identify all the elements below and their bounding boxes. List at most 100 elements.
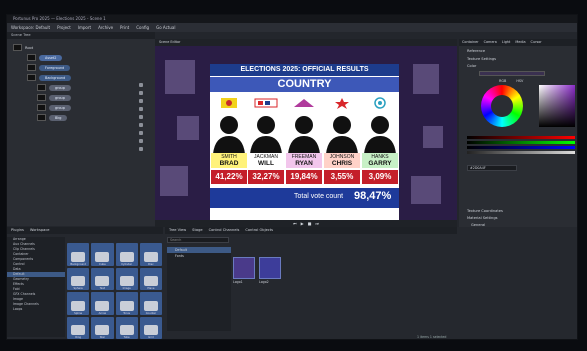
candidate-silhouette [324,112,360,154]
forward-icon[interactable]: ⏭ [315,221,319,226]
silhouette-icon [364,116,396,154]
tab-cursor[interactable]: Cursor [531,39,542,46]
play-icon[interactable]: ▶ [301,221,304,226]
folder-item[interactable]: Fonts [167,253,231,259]
scene-viewport[interactable]: ELECTIONS 2025: OFFICIAL RESULTS COUNTRY… [155,46,457,220]
candidate-silhouette [286,112,322,154]
link-icon[interactable] [139,99,143,103]
menu-archive[interactable]: Archive [98,23,113,32]
asset-tile[interactable]: Text [91,267,114,290]
asset-thumb-icon [143,325,158,335]
tree-item[interactable]: group [13,83,155,92]
tab-container[interactable]: Container [462,39,479,46]
tree-item[interactable]: Background [13,73,155,82]
asset-tile[interactable]: Image [115,267,138,290]
tab-light[interactable]: Light [502,39,510,46]
menu-print[interactable]: Print [120,23,129,32]
asset-thumb-icon [95,276,110,286]
tab-camera[interactable]: Camera [484,39,497,46]
total-vote-bar: Total vote count 98,47% [210,188,399,208]
menu-config[interactable]: Config [136,23,149,32]
file-thumbnail[interactable] [233,257,255,279]
color-sliders[interactable] [467,134,575,160]
tab-tree-view[interactable]: Tree View [169,227,186,234]
rewind-icon[interactable]: ⏮ [293,221,297,226]
tree-item[interactable]: Root [13,43,155,52]
light-icon[interactable] [139,115,143,119]
search-input[interactable]: Search [167,237,229,243]
tab-control-channels[interactable]: Control Channels [209,227,240,234]
tab-rgb[interactable]: RGB [499,79,506,83]
candidate-card: SMITH BRAD 41,22% [211,94,247,202]
tab-workspace[interactable]: Workspace [30,227,50,234]
section-texture: Texture Settings [467,57,497,61]
menu-go-actual[interactable]: Go Actual [156,23,175,32]
asset-tile[interactable]: Disc [139,243,162,266]
asset-thumb-icon [143,251,158,262]
tab-plugins[interactable]: Plugins [11,227,24,234]
asset-thumb-icon [119,276,134,286]
asset-grid: Background Cube Cylinder Disc Sphere Tex… [67,243,162,339]
slider-blue[interactable] [467,146,575,149]
color-wheel[interactable] [481,85,523,127]
asset-tile[interactable]: Arrow [91,292,114,315]
menu-project[interactable]: Project [57,23,71,32]
lock-icon[interactable] [139,91,143,95]
candidate-silhouette [362,112,398,154]
folder-icon[interactable] [139,123,143,127]
text-icon[interactable] [139,131,143,135]
tree-item[interactable]: group [13,103,155,112]
tab-hsv[interactable]: HSV [516,79,523,83]
asset-tile[interactable]: Star [91,316,114,339]
asset-tile[interactable]: Cylinder [115,243,138,266]
asset-tile[interactable]: Spline [67,292,90,315]
asset-tile[interactable]: Cube [91,243,114,266]
slider-alpha[interactable] [467,151,575,154]
stop-icon[interactable]: ■ [308,221,312,226]
tree-item-label: Bkg [49,114,68,121]
tab-control-objects[interactable]: Control Objects [245,227,273,234]
camera-icon[interactable] [139,107,143,111]
election-graphic: ELECTIONS 2025: OFFICIAL RESULTS COUNTRY… [210,64,399,220]
asset-tile[interactable]: Plane [139,267,162,290]
bokeh-square [160,166,188,196]
color-swatch[interactable] [479,71,545,76]
asset-tile[interactable]: Sphere [67,267,90,290]
playback-bar: ⏮ ▶ ■ ⏭ [155,220,457,227]
slider-red[interactable] [467,136,575,139]
category-item[interactable]: Loops [7,307,65,312]
candidate-pct: 19,84% [286,170,322,184]
tab-media[interactable]: Media [515,39,525,46]
asset-label: Tube [123,336,130,339]
slider-green[interactable] [467,141,575,144]
node-thumbnail [37,114,46,121]
asset-tile[interactable]: Tube [115,316,138,339]
tree-item[interactable]: group [13,93,155,102]
hex-field[interactable]: #2D0A4F [467,165,517,171]
bokeh-square [413,64,439,94]
tree-item[interactable]: Foreground [13,63,155,72]
asset-tile[interactable]: Torus [115,292,138,315]
tree-item[interactable]: Bkg [13,113,155,122]
eye-icon[interactable] [139,83,143,87]
bokeh-square [165,60,195,94]
properties-tabs: Container Camera Light Media Cursor [459,39,577,46]
asset-tile[interactable]: Ring [67,316,90,339]
asset-tile[interactable]: Grid [139,316,162,339]
asset-tile[interactable]: Counter [139,292,162,315]
color-mode-tabs: RGB HSV [499,79,523,83]
candidate-card: JOHNSON CHRIS 3,55% [324,94,360,202]
menu-import[interactable]: Import [78,23,91,32]
asset-tile[interactable]: Background [67,243,90,266]
file-thumbnail[interactable] [259,257,281,279]
tab-stage[interactable]: Stage [192,227,202,234]
bokeh-square [177,116,199,140]
menu-workspace[interactable]: Workspace: Default [11,23,50,32]
asset-thumb-icon [71,300,86,311]
image-icon[interactable] [139,139,143,143]
trash-icon[interactable] [139,147,143,151]
asset-label: Torus [123,311,131,315]
tree-item[interactable]: Asset2 [13,53,155,62]
party-logo-icon [294,99,314,107]
saturation-value-box[interactable] [539,85,575,127]
